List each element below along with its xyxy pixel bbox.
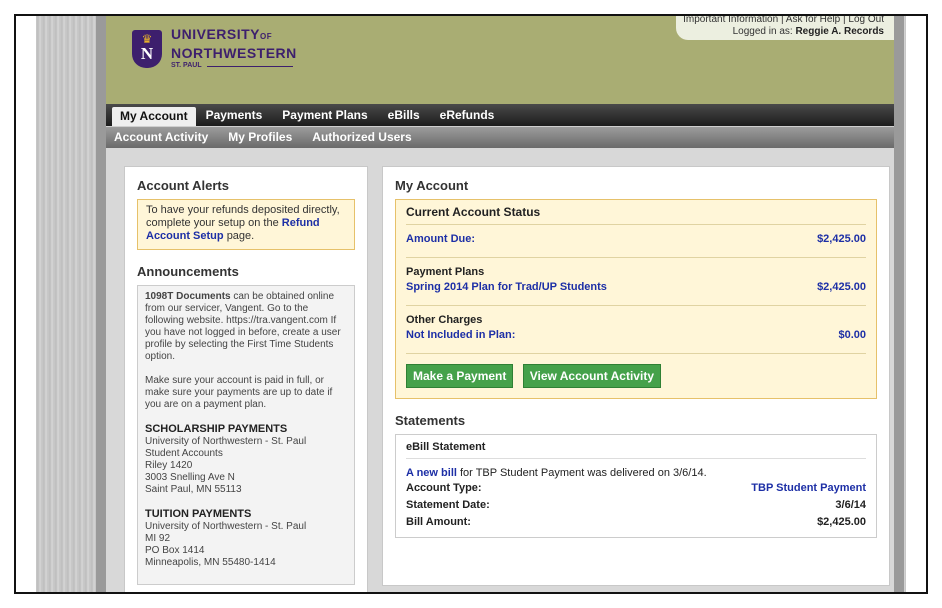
announcement-1098t: 1098T Documents can be obtained online f… — [145, 291, 347, 363]
payment-plan-name[interactable]: Spring 2014 Plan for Trad/UP Students — [406, 281, 607, 293]
browser-viewport: ♛ N UNIVERSITYOF NORTHWESTERN ST. PAUL I… — [14, 14, 928, 594]
other-charges-label: Not Included in Plan: — [406, 329, 516, 341]
new-bill-text: for TBP Student Payment was delivered on… — [460, 467, 707, 479]
other-charges-title: Other Charges — [406, 314, 483, 326]
left-panel: Account Alerts To have your refunds depo… — [124, 166, 368, 592]
refund-alert: To have your refunds deposited directly,… — [137, 199, 355, 250]
announcements-box[interactable]: 1098T Documents can be obtained online f… — [137, 285, 355, 585]
current-account-status-title: Current Account Status — [406, 205, 866, 225]
tuition-line: MI 92 — [145, 533, 171, 544]
log-out-link[interactable]: Log Out — [848, 16, 884, 25]
bill-amount-row: Bill Amount: $2,425.00 — [406, 514, 866, 531]
ebill-statement-title: eBill Statement — [406, 441, 866, 459]
account-type-row: Account Type: TBP Student Payment — [406, 480, 866, 497]
top-links: Important Information | Ask for Help | L… — [683, 14, 884, 25]
scholarship-title: SCHOLARSHIP PAYMENTS — [145, 423, 288, 435]
bill-amount-value: $2,425.00 — [817, 516, 866, 528]
logo-line2: NORTHWESTERN — [171, 45, 297, 61]
university-logo[interactable]: ♛ N UNIVERSITYOF NORTHWESTERN ST. PAUL — [132, 26, 297, 71]
payment-plans-group: Payment Plans Spring 2014 Plan for Trad/… — [406, 258, 866, 306]
other-charges-amount: $0.00 — [838, 329, 866, 341]
logo-text: UNIVERSITYOF NORTHWESTERN ST. PAUL — [171, 26, 297, 71]
scholarship-line: University of Northwestern - St. Paul — [145, 436, 307, 447]
amount-due-row: Amount Due: $2,425.00 — [406, 233, 866, 245]
tuition-title: TUITION PAYMENTS — [145, 508, 252, 520]
logo-n-letter: N — [140, 43, 154, 63]
important-information-link[interactable]: Important Information — [683, 16, 778, 25]
tuition-line: University of Northwestern - St. Paul — [145, 521, 307, 532]
amount-due-group: Amount Due: $2,425.00 — [406, 225, 866, 258]
tuition-line: Minneapolis, MN 55480-1414 — [145, 557, 276, 568]
scholarship-line: 3003 Snelling Ave N — [145, 472, 235, 483]
left-background-stripe — [36, 16, 96, 592]
shield-icon: ♛ N — [132, 29, 162, 68]
payment-plan-row[interactable]: Spring 2014 Plan for Trad/UP Students $2… — [406, 281, 866, 293]
subtab-account-activity[interactable]: Account Activity — [106, 127, 218, 148]
scholarship-line: Riley 1420 — [145, 460, 193, 471]
logo-rule — [206, 65, 293, 67]
action-buttons: Make a Payment View Account Activity — [406, 354, 866, 388]
account-type-value[interactable]: TBP Student Payment — [751, 480, 866, 497]
primary-nav: My Account Payments Payment Plans eBills… — [106, 104, 894, 126]
subtab-authorized-users[interactable]: Authorized Users — [302, 127, 421, 148]
make-payment-button[interactable]: Make a Payment — [406, 364, 514, 388]
tab-ebills[interactable]: eBills — [378, 104, 430, 126]
tab-my-account[interactable]: My Account — [112, 107, 196, 126]
amount-due-label: Amount Due: — [406, 233, 476, 245]
scholarship-line: Saint Paul, MN 55113 — [145, 484, 242, 495]
new-bill-link[interactable]: A new bill — [406, 467, 457, 479]
account-type-label: Account Type: — [406, 482, 482, 494]
secondary-nav: Account Activity My Profiles Authorized … — [106, 126, 894, 148]
tab-payment-plans[interactable]: Payment Plans — [272, 104, 377, 126]
statements-title: Statements — [395, 413, 466, 428]
new-bill-line: A new bill for TBP Student Payment was d… — [406, 467, 866, 480]
statement-date-label: Statement Date: — [406, 499, 490, 511]
view-account-activity-button[interactable]: View Account Activity — [522, 364, 661, 388]
other-charges-row: Not Included in Plan: $0.00 — [406, 329, 866, 341]
ask-for-help-link[interactable]: Ask for Help — [786, 16, 840, 25]
logo-line1-small: OF — [260, 32, 273, 41]
tab-payments[interactable]: Payments — [196, 104, 273, 126]
other-charges-group: Other Charges Not Included in Plan: $0.0… — [406, 306, 866, 354]
payment-plans-title: Payment Plans — [406, 266, 485, 278]
user-info-box: Important Information | Ask for Help | L… — [676, 14, 894, 40]
logged-in-text: Logged in as: Reggie A. Records — [676, 26, 884, 38]
my-account-panel: My Account Current Account Status Amount… — [382, 166, 890, 586]
scholarship-line: Student Accounts — [145, 448, 223, 459]
logo-line3: ST. PAUL — [171, 62, 202, 69]
announcements-title: Announcements — [137, 264, 239, 279]
announcement-1098t-title: 1098T Documents — [145, 291, 231, 302]
bill-amount-label: Bill Amount: — [406, 516, 471, 528]
payment-plan-amount: $2,425.00 — [817, 281, 866, 293]
subtab-my-profiles[interactable]: My Profiles — [218, 127, 302, 148]
account-status-box: Current Account Status Amount Due: $2,42… — [395, 199, 877, 399]
account-alerts-title: Account Alerts — [137, 178, 229, 193]
page-container: ♛ N UNIVERSITYOF NORTHWESTERN ST. PAUL I… — [96, 16, 904, 592]
statement-date-value: 3/6/14 — [835, 499, 866, 511]
ebill-statement-box: eBill Statement A new bill for TBP Stude… — [395, 434, 877, 538]
announcement-payment-reminder: Make sure your account is paid in full, … — [145, 375, 333, 410]
logged-in-prefix: Logged in as: — [732, 26, 793, 37]
tab-erefunds[interactable]: eRefunds — [430, 104, 505, 126]
scholarship-payments: SCHOLARSHIP PAYMENTS University of North… — [145, 423, 347, 496]
logo-line1: UNIVERSITY — [171, 26, 261, 42]
statement-date-row: Statement Date: 3/6/14 — [406, 497, 866, 514]
site-header: ♛ N UNIVERSITYOF NORTHWESTERN ST. PAUL I… — [106, 16, 894, 104]
amount-due-value: $2,425.00 — [817, 233, 866, 245]
my-account-title: My Account — [395, 178, 469, 193]
logged-in-user: Reggie A. Records — [795, 26, 884, 37]
alert-text-after: page. — [226, 230, 255, 242]
tuition-payments: TUITION PAYMENTS University of Northwest… — [145, 508, 347, 569]
tuition-line: PO Box 1414 — [145, 545, 205, 556]
